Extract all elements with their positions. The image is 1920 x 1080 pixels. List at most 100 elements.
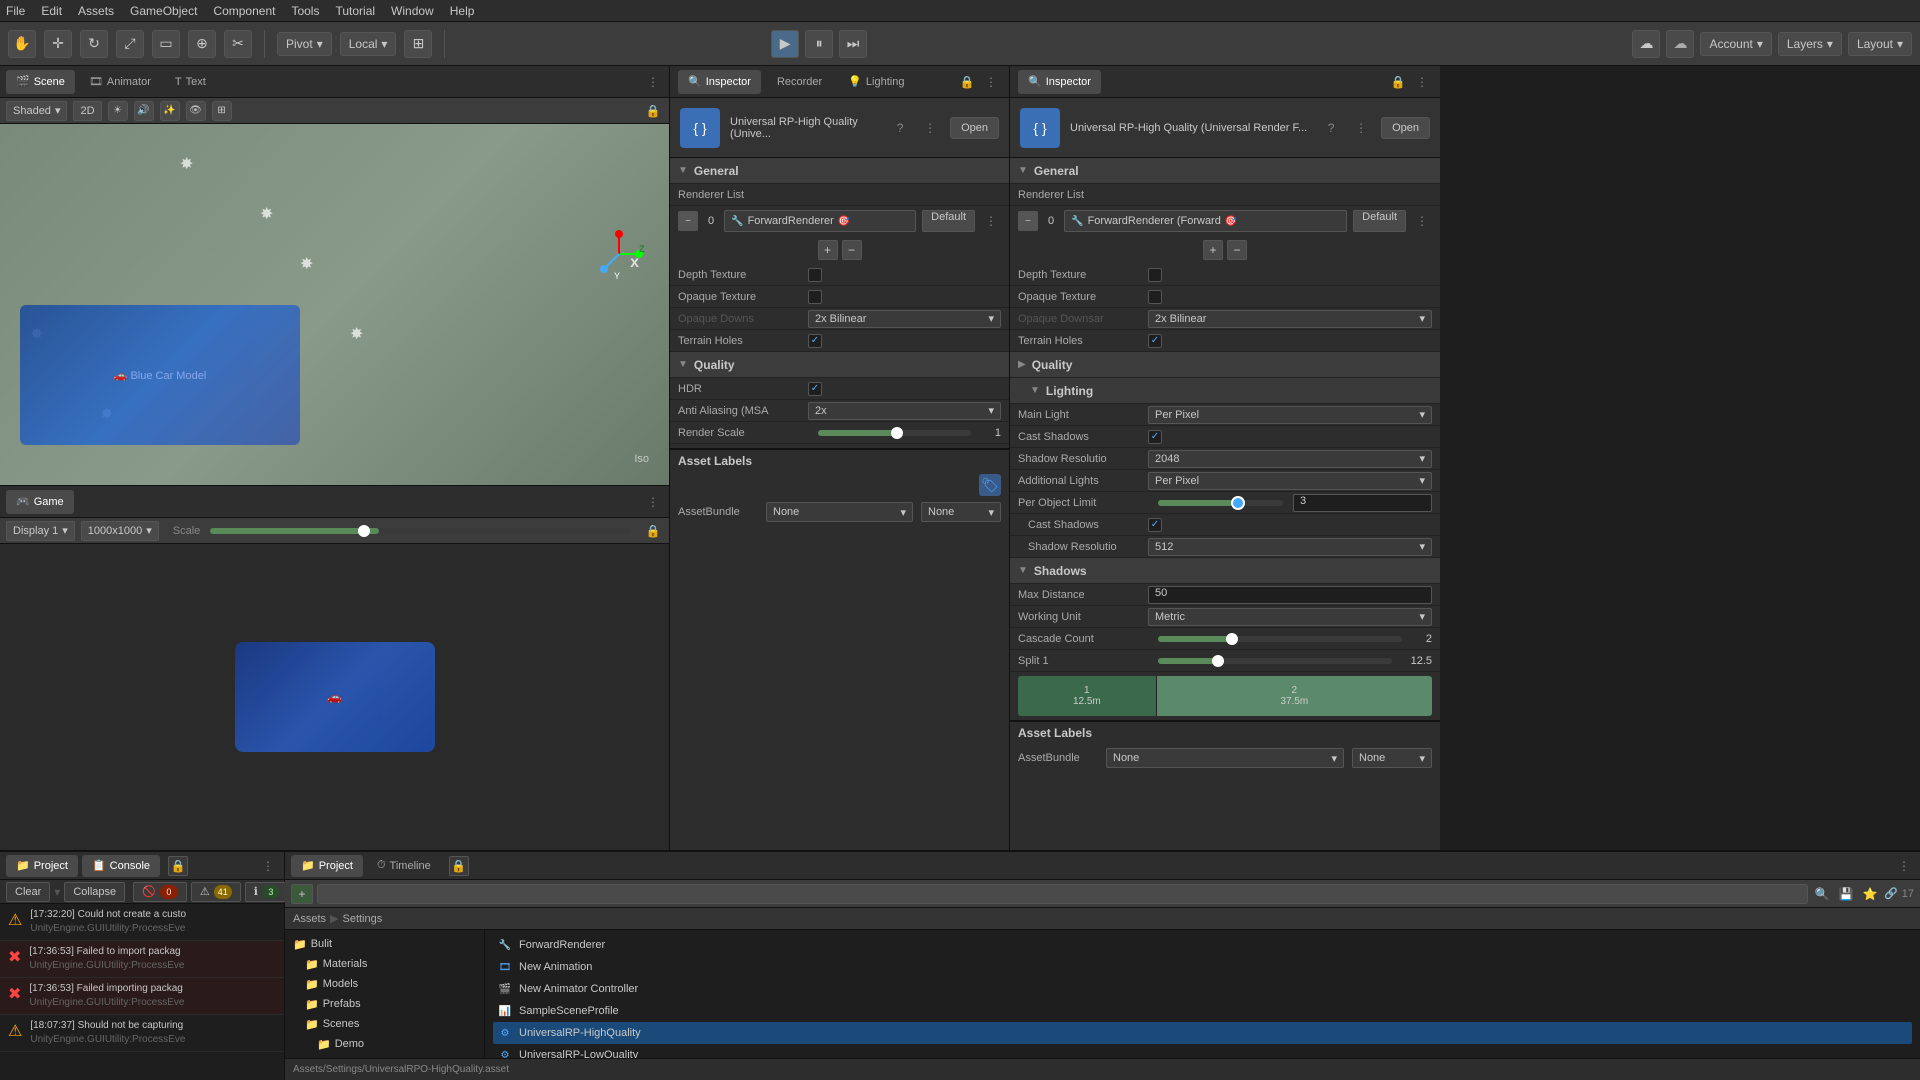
renderer-name-field[interactable]: 🔧 ForwardRenderer 🎯 <box>724 210 916 232</box>
general-section-right[interactable]: ▼ General <box>1010 158 1440 184</box>
collapse-btn[interactable]: Collapse <box>64 882 125 902</box>
2d-btn[interactable]: 2D <box>73 101 101 121</box>
tab-inspector-right[interactable]: 🔍Inspector <box>1018 70 1101 94</box>
shadows-section[interactable]: ▼ Shadows <box>1010 558 1440 584</box>
play-button[interactable]: ▶ <box>771 30 799 58</box>
save-icon[interactable]: 💾 <box>1836 884 1856 904</box>
max-distance-input[interactable]: 50 <box>1148 586 1432 604</box>
bundle-variant-mid[interactable]: None▾ <box>921 502 1001 522</box>
display-dropdown[interactable]: Display 1▾ <box>6 521 75 541</box>
account-dropdown[interactable]: Account▾ <box>1700 32 1771 56</box>
file-sample-profile[interactable]: 📊 SampleSceneProfile <box>493 1000 1912 1022</box>
menu-component[interactable]: Component <box>213 4 275 18</box>
menu-edit[interactable]: Edit <box>41 4 62 18</box>
menu-window[interactable]: Window <box>391 4 434 18</box>
hdr-check[interactable] <box>808 382 822 396</box>
renderer-minus-btn[interactable]: − <box>678 211 698 231</box>
per-obj-input[interactable]: 3 <box>1293 494 1432 512</box>
custom-tool[interactable]: ✂ <box>224 30 252 58</box>
shadow-res-dropdown[interactable]: 2048▾ <box>1148 450 1432 468</box>
tab-inspector-mid[interactable]: 🔍Inspector <box>678 70 761 94</box>
rect-tool[interactable]: ▭ <box>152 30 180 58</box>
cascade-count-slider[interactable] <box>1158 636 1402 642</box>
menu-file[interactable]: File <box>6 4 25 18</box>
clear-btn[interactable]: Clear <box>6 882 50 902</box>
tab-lighting-mid[interactable]: 💡Lighting <box>838 70 914 94</box>
asset-label-tag-btn[interactable]: 🏷 <box>979 474 1001 496</box>
inspector-mid-scroll[interactable]: ▼ General Renderer List − 0 🔧 ForwardRen… <box>670 158 1009 850</box>
renderer-name-right[interactable]: 🔧 ForwardRenderer (Forward 🎯 <box>1064 210 1347 232</box>
warn-filter-btn[interactable]: ⚠41 <box>191 882 241 902</box>
tab-recorder-mid[interactable]: Recorder <box>767 70 832 94</box>
tree-models[interactable]: 📁 Models <box>285 974 484 994</box>
audio-btn[interactable]: 🔊 <box>134 101 154 121</box>
opaque-texture-check[interactable] <box>808 290 822 304</box>
star-icon[interactable]: ⭐ <box>1860 884 1880 904</box>
tree-materials[interactable]: 📁 Materials <box>285 954 484 974</box>
tree-scenes[interactable]: 📁 Scenes <box>285 1014 484 1034</box>
add-asset-btn[interactable]: + <box>291 884 313 904</box>
file-forward-renderer[interactable]: 🔧 ForwardRenderer <box>493 934 1912 956</box>
tab-timeline[interactable]: ⏱Timeline <box>367 855 441 877</box>
tab-project-log[interactable]: 📁Project <box>6 855 78 877</box>
lighting-section-right[interactable]: ▼ Lighting <box>1010 378 1440 404</box>
inspector-mid-lock[interactable]: 🔒 <box>957 72 977 92</box>
renderer-default-btn[interactable]: Default <box>922 210 975 232</box>
log-entry-1[interactable]: ✖ [17:36:53] Failed to import packag Uni… <box>0 941 284 978</box>
log-entry-3[interactable]: ⚠ [18:07:37] Should not be capturing Uni… <box>0 1015 284 1052</box>
general-section-header[interactable]: ▼ General <box>670 158 1009 184</box>
bundle-dropdown-mid[interactable]: None▾ <box>766 502 913 522</box>
log-entry-0[interactable]: ⚠ [17:32:20] Could not create a custo Un… <box>0 904 284 941</box>
project-more-btn[interactable]: ⋮ <box>1894 856 1914 876</box>
msaa-dropdown[interactable]: 2x▾ <box>808 402 1001 420</box>
maximize-btn[interactable]: 🔒 <box>643 521 663 541</box>
lighting-btn[interactable]: ☀ <box>108 101 128 121</box>
menu-tools[interactable]: Tools <box>291 4 319 18</box>
tab-text[interactable]: TText <box>165 70 216 94</box>
menu-help[interactable]: Help <box>450 4 475 18</box>
grid-overlay-btn[interactable]: ⊞ <box>212 101 232 121</box>
remove-renderer-btn[interactable]: − <box>842 240 862 260</box>
per-obj-thumb[interactable] <box>1231 496 1245 510</box>
project-tree[interactable]: 📁 Bulit 📁 Materials 📁 Models 📁 Prefabs <box>285 930 485 1058</box>
menu-gameobject[interactable]: GameObject <box>130 4 197 18</box>
per-obj-shadow-dd[interactable]: 512▾ <box>1148 538 1432 556</box>
renderer-minus-right[interactable]: − <box>1018 211 1038 231</box>
tree-prefabs[interactable]: 📁 Prefabs <box>285 994 484 1014</box>
layout-dropdown[interactable]: Layout▾ <box>1848 32 1912 56</box>
main-light-dropdown[interactable]: Per Pixel▾ <box>1148 406 1432 424</box>
renderer-more-btn[interactable]: ⋮ <box>981 211 1001 231</box>
hidden-obj-btn[interactable]: 👁 <box>186 101 206 121</box>
per-obj-cast-check[interactable] <box>1148 518 1162 532</box>
inspector-right-scroll[interactable]: ▼ General Renderer List − 0 🔧 ForwardRen… <box>1010 158 1440 850</box>
shading-dropdown[interactable]: Shaded▾ <box>6 101 67 121</box>
asset-more-mid[interactable]: ⋮ <box>920 118 940 138</box>
transform-tool[interactable]: ⊕ <box>188 30 216 58</box>
depth-texture-check[interactable] <box>808 268 822 282</box>
bundle-variant-right[interactable]: None▾ <box>1352 748 1432 768</box>
tab-scene[interactable]: 🎬Scene <box>6 70 75 94</box>
add-renderer-btn[interactable]: + <box>818 240 838 260</box>
tab-console[interactable]: 📋Console <box>82 855 160 877</box>
inspector-mid-more[interactable]: ⋮ <box>981 72 1001 92</box>
scale-slider[interactable] <box>210 528 631 534</box>
move-tool[interactable]: ✛ <box>44 30 72 58</box>
bundle-dropdown-right[interactable]: None▾ <box>1106 748 1344 768</box>
file-urp-high[interactable]: ⚙ UniversalRP-HighQuality <box>493 1022 1912 1044</box>
step-button[interactable]: ⏭ <box>839 30 867 58</box>
remove-renderer-right[interactable]: − <box>1227 240 1247 260</box>
project-files[interactable]: 🔧 ForwardRenderer 🎞 New Animation 🎬 New … <box>485 930 1920 1058</box>
terrain-holes-check[interactable] <box>808 334 822 348</box>
log-entries[interactable]: ⚠ [17:32:20] Could not create a custo Un… <box>0 904 284 1080</box>
cast-shadows-check[interactable] <box>1148 430 1162 444</box>
bc-settings[interactable]: Settings <box>342 913 382 925</box>
render-scale-slider[interactable] <box>818 430 971 436</box>
renderer-more-right[interactable]: ⋮ <box>1412 211 1432 231</box>
file-urp-low[interactable]: ⚙ UniversalRP-LowQuality <box>493 1044 1912 1058</box>
project-lock-btn[interactable]: 🔒 <box>449 856 469 876</box>
per-obj-slider[interactable] <box>1158 500 1283 506</box>
file-new-animation[interactable]: 🎞 New Animation <box>493 956 1912 978</box>
scene-more-btn[interactable]: ⋮ <box>643 72 663 92</box>
asset-more-right[interactable]: ⋮ <box>1351 118 1371 138</box>
tree-bulit[interactable]: 📁 Bulit <box>285 934 484 954</box>
